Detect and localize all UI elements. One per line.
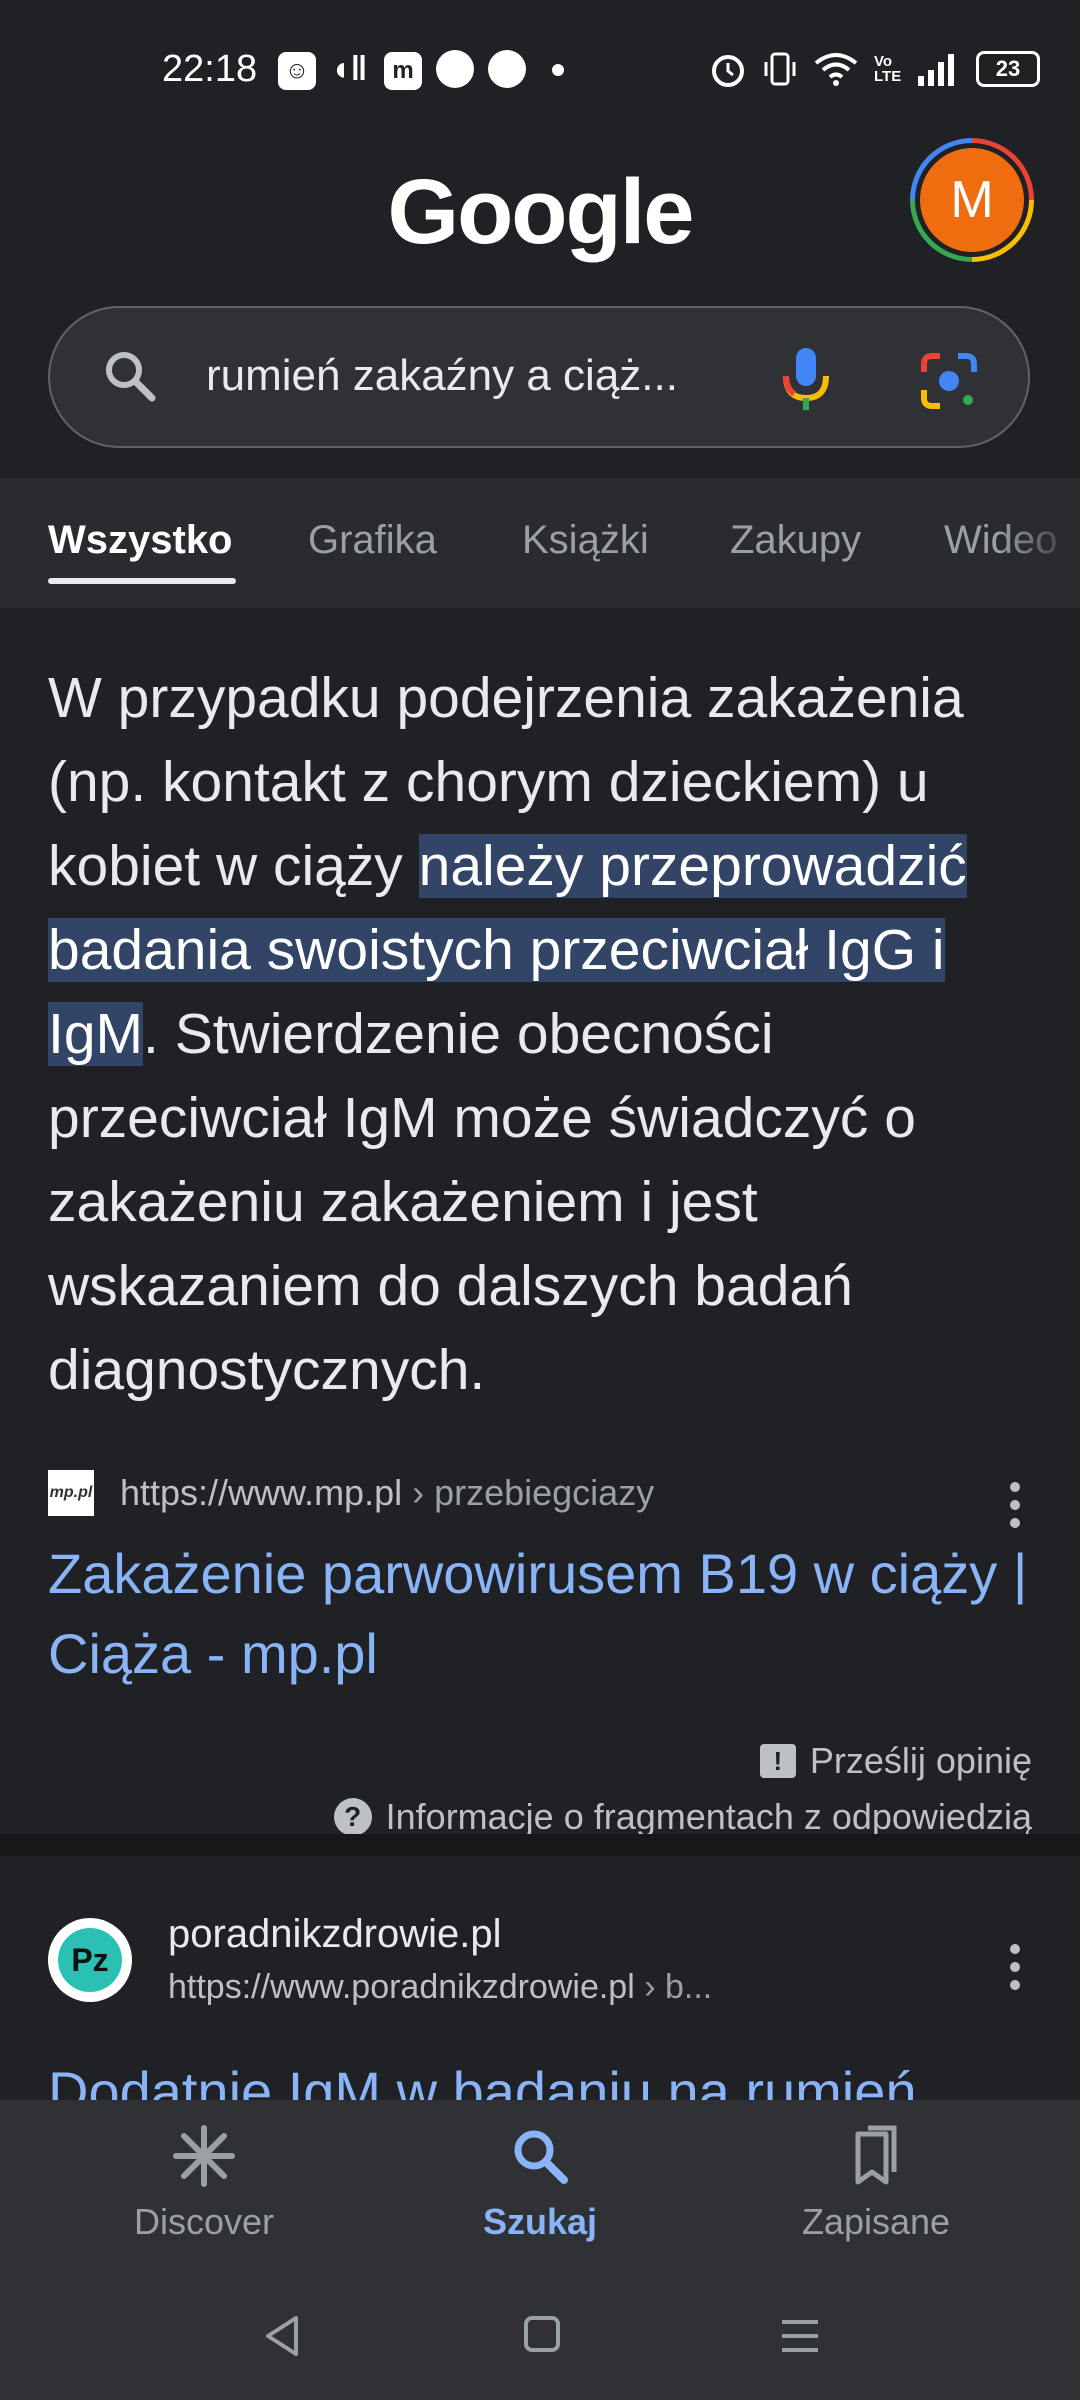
result2-title-link[interactable]: Dodatnie IgM w badaniu na rumień <box>48 2052 1028 2100</box>
saved-collections-icon <box>855 2125 897 2185</box>
snippet-info-label: Informacje o fragmentach z odpowiedzią <box>385 1798 1032 1836</box>
volte-icon: Vo LTE <box>874 53 902 85</box>
poradnikzdrowie-favicon: Pz <box>48 1918 132 2002</box>
vibrate-icon <box>764 52 796 86</box>
tab-grafika[interactable]: Grafika <box>308 518 437 563</box>
feedback-link[interactable]: ! Prześlij opinię <box>759 1740 1032 1782</box>
tab-ksiazki[interactable]: Książki <box>522 518 649 563</box>
tab-wszystko[interactable]: Wszystko <box>48 518 233 563</box>
result-url-breadcrumb: › przebiegciazy <box>402 1472 655 1513</box>
status-right-icons: Vo LTE 23 <box>710 50 1040 88</box>
status-bar: 22:18 ☺ ◖‖ m Vo LTE 23 <box>0 0 1080 140</box>
battery-indicator: 23 <box>976 51 1040 87</box>
back-icon[interactable] <box>262 2314 302 2358</box>
tabs-fade <box>1000 478 1080 608</box>
status-time: 22:18 <box>162 48 258 90</box>
search-icon <box>106 352 156 402</box>
google-lens-icon[interactable] <box>918 350 980 412</box>
messenger-face-icon: ☺ <box>278 52 316 90</box>
home-icon[interactable] <box>522 2314 562 2354</box>
feedback-label: Prześlij opinię <box>809 1740 1032 1781</box>
result2-site-name[interactable]: poradnikzdrowie.pl <box>168 1912 502 1957</box>
nav-saved-label: Zapisane <box>801 2201 951 2242</box>
alarm-icon <box>712 55 744 87</box>
result-url-domain: https://www.mp.pl <box>120 1472 403 1513</box>
app-icon <box>488 50 526 88</box>
result2-url-breadcrumb: › b... <box>634 1968 713 2006</box>
microphone-icon[interactable] <box>778 344 834 414</box>
avatar-letter: M <box>915 143 1029 257</box>
wifi-icon <box>814 53 858 86</box>
dot-icon <box>552 64 564 76</box>
result-title-link[interactable]: Zakażenie parwowirusem B19 w ciąży | Cią… <box>48 1534 1028 1694</box>
more-options-icon[interactable] <box>1010 1482 1020 1536</box>
nav-discover[interactable]: Discover <box>54 2124 354 2243</box>
help-icon: ? <box>333 1798 372 1836</box>
search-icon <box>514 2130 568 2184</box>
snippet-text-after: . Stwierdzenie obecności przeciwciał IgM… <box>48 1002 916 1402</box>
nav-search[interactable]: Szukaj <box>390 2124 690 2243</box>
tab-zakupy[interactable]: Zakupy <box>730 518 861 563</box>
mp-favicon: mp.pl <box>48 1470 94 1516</box>
m-app-icon: m <box>384 52 422 90</box>
messenger-icon <box>436 50 474 88</box>
more-options-icon[interactable] <box>1010 1944 1020 1998</box>
featured-snippet-text: W przypadku podejrzenia zakażenia (np. k… <box>48 656 1048 1412</box>
audio-icon: ◖‖ <box>330 50 368 88</box>
asterisk-icon <box>173 2125 235 2187</box>
active-tab-indicator <box>48 578 236 584</box>
menu-icon[interactable] <box>780 2316 820 2356</box>
results-divider <box>0 1834 1080 1856</box>
favicon-letters: Pz <box>58 1928 122 1992</box>
nav-saved[interactable]: Zapisane <box>726 2124 1026 2243</box>
result2-url-domain: https://www.poradnikzdrowie.pl <box>168 1968 635 2006</box>
nav-discover-label: Discover <box>133 2201 275 2242</box>
feedback-icon: ! <box>759 1744 796 1778</box>
result-url[interactable]: https://www.mp.pl › przebiegciazy <box>120 1472 654 1514</box>
signal-icon <box>918 54 954 86</box>
account-avatar[interactable]: M <box>910 138 1034 262</box>
search-input[interactable] <box>204 340 728 412</box>
nav-search-label: Szukaj <box>482 2201 598 2242</box>
result2-url[interactable]: https://www.poradnikzdrowie.pl › b... <box>168 1968 712 2007</box>
snippet-info-link[interactable]: ? Informacje o fragmentach z odpowiedzią <box>333 1798 1032 1836</box>
